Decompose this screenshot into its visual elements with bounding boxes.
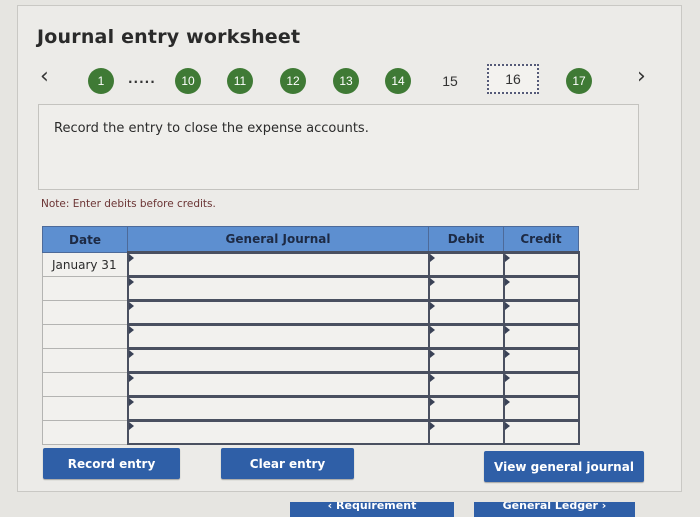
prompt-text: Record the entry to close the expense ac… — [54, 121, 369, 136]
cell-dropdown-marker-icon — [504, 254, 510, 262]
account-input[interactable] — [126, 371, 430, 398]
cell-dropdown-marker-icon — [128, 326, 134, 334]
table-row — [42, 299, 580, 326]
debit-input[interactable] — [427, 395, 505, 422]
cell-dropdown-marker-icon — [128, 302, 134, 310]
table-row — [42, 347, 580, 374]
date-cell — [42, 348, 128, 373]
chevron-right-icon: › — [637, 64, 646, 89]
credit-input[interactable] — [502, 371, 580, 398]
note-text: Note: Enter debits before credits. — [41, 198, 216, 210]
cell-dropdown-marker-icon — [429, 422, 435, 430]
table-row: January 31 — [42, 251, 580, 278]
step-10[interactable]: 10 — [175, 68, 201, 94]
debit-input[interactable] — [427, 323, 505, 350]
account-input[interactable] — [126, 419, 430, 445]
credit-input[interactable] — [502, 323, 580, 350]
cell-dropdown-marker-icon — [128, 254, 134, 262]
debit-input[interactable] — [427, 371, 505, 398]
cell-dropdown-marker-icon — [128, 422, 134, 430]
date-cell — [42, 372, 128, 397]
step-16-current[interactable]: 16 — [487, 64, 539, 94]
step-12[interactable]: 12 — [280, 68, 306, 94]
cell-dropdown-marker-icon — [504, 326, 510, 334]
table-row — [42, 419, 580, 445]
credit-input[interactable] — [502, 347, 580, 374]
cell-dropdown-marker-icon — [504, 374, 510, 382]
credit-input[interactable] — [502, 419, 580, 445]
cell-dropdown-marker-icon — [128, 350, 134, 358]
column-header-general-journal: General Journal — [127, 226, 429, 253]
account-input[interactable] — [126, 323, 430, 350]
column-header-credit: Credit — [503, 226, 579, 253]
cell-dropdown-marker-icon — [128, 278, 134, 286]
cell-dropdown-marker-icon — [504, 302, 510, 310]
clear-entry-button[interactable]: Clear entry — [221, 448, 354, 479]
table-header-row: Date General Journal Debit Credit — [42, 226, 579, 253]
date-cell: January 31 — [42, 252, 128, 277]
page-title: Journal entry worksheet — [37, 26, 301, 48]
chevron-left-icon: ‹ — [40, 64, 49, 89]
credit-input[interactable] — [502, 395, 580, 422]
date-cell — [42, 420, 128, 445]
requirement-tab-button[interactable]: ‹ Requirement — [290, 502, 454, 517]
debit-input[interactable] — [427, 347, 505, 374]
cell-dropdown-marker-icon — [504, 398, 510, 406]
cell-dropdown-marker-icon — [504, 422, 510, 430]
cell-dropdown-marker-icon — [128, 374, 134, 382]
prev-step-button[interactable]: ‹ — [40, 66, 49, 88]
account-input[interactable] — [126, 347, 430, 374]
cell-dropdown-marker-icon — [429, 326, 435, 334]
cell-dropdown-marker-icon — [429, 374, 435, 382]
steps-ellipsis: ..... — [128, 72, 156, 86]
account-input[interactable] — [126, 275, 430, 302]
account-input[interactable] — [126, 251, 430, 278]
account-input[interactable] — [126, 299, 430, 326]
account-input[interactable] — [126, 395, 430, 422]
debit-input[interactable] — [427, 299, 505, 326]
prompt-box: Record the entry to close the expense ac… — [38, 104, 639, 190]
view-general-journal-button[interactable]: View general journal — [484, 451, 644, 482]
step-15[interactable]: 15 — [437, 68, 463, 94]
next-step-button[interactable]: › — [637, 66, 646, 88]
debit-input[interactable] — [427, 275, 505, 302]
table-row — [42, 395, 580, 422]
cell-dropdown-marker-icon — [429, 278, 435, 286]
date-cell — [42, 276, 128, 301]
general-ledger-tab-button[interactable]: General Ledger › — [474, 502, 635, 517]
step-1[interactable]: 1 — [88, 68, 114, 94]
column-header-date: Date — [42, 226, 128, 253]
cell-dropdown-marker-icon — [429, 302, 435, 310]
credit-input[interactable] — [502, 275, 580, 302]
date-cell — [42, 300, 128, 325]
cell-dropdown-marker-icon — [504, 278, 510, 286]
debit-input[interactable] — [427, 251, 505, 278]
step-13[interactable]: 13 — [333, 68, 359, 94]
column-header-debit: Debit — [428, 226, 504, 253]
requirement-tab-label: ‹ Requirement — [327, 502, 417, 512]
date-cell — [42, 396, 128, 421]
cell-dropdown-marker-icon — [128, 398, 134, 406]
table-row — [42, 371, 580, 398]
record-entry-button[interactable]: Record entry — [43, 448, 180, 479]
general-ledger-tab-label: General Ledger › — [502, 502, 607, 512]
cell-dropdown-marker-icon — [429, 398, 435, 406]
credit-input[interactable] — [502, 251, 580, 278]
step-11[interactable]: 11 — [227, 68, 253, 94]
date-cell — [42, 324, 128, 349]
debit-input[interactable] — [427, 419, 505, 445]
cell-dropdown-marker-icon — [429, 350, 435, 358]
table-row — [42, 323, 580, 350]
table-row — [42, 275, 580, 302]
cell-dropdown-marker-icon — [504, 350, 510, 358]
step-14[interactable]: 14 — [385, 68, 411, 94]
credit-input[interactable] — [502, 299, 580, 326]
cell-dropdown-marker-icon — [429, 254, 435, 262]
step-17[interactable]: 17 — [566, 68, 592, 94]
journal-table: Date General Journal Debit Credit Januar… — [42, 226, 580, 445]
